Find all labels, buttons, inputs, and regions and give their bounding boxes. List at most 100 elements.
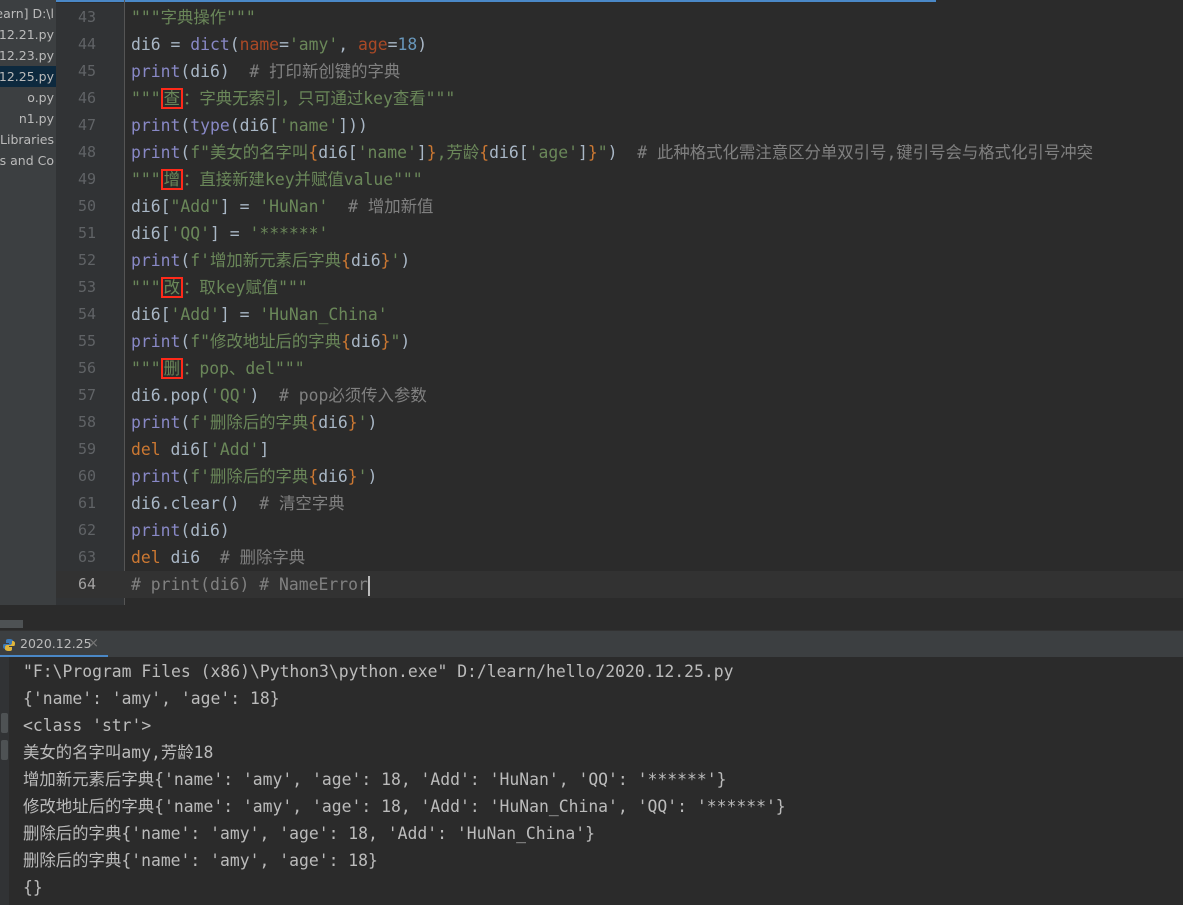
line-number: 63 bbox=[77, 548, 96, 566]
code-token: 'Add' bbox=[209, 440, 260, 459]
code-line[interactable]: 63 del di6 # 删除字典 bbox=[56, 544, 1183, 571]
code-line[interactable]: 44 di6 = dict(name='amy', age=18) bbox=[56, 31, 1183, 58]
console-output-line: "F:\Program Files (x86)\Python3\python.e… bbox=[23, 662, 734, 681]
code-token: f"美女的名字叫 bbox=[190, 143, 309, 162]
project-tree-item[interactable]: 0.12.21.py bbox=[0, 24, 56, 45]
code-line[interactable]: 53 """ 改：取key赋值""" bbox=[56, 274, 1183, 301]
code-token: del bbox=[131, 548, 171, 567]
code-text: di6.pop('QQ') # pop必须传入参数 bbox=[131, 382, 427, 409]
code-line[interactable]: 54 di6['Add'] = 'HuNan_China' bbox=[56, 301, 1183, 328]
code-line[interactable]: 58 print(f'删除后的字典{di6}') bbox=[56, 409, 1183, 436]
project-tree-item-label: 0.12.21.py bbox=[0, 27, 54, 42]
console-output-line: 删除后的字典{'name': 'amy', 'age': 18, 'Add': … bbox=[23, 824, 596, 843]
project-tree-item-label: 0.12.25.py bbox=[0, 69, 54, 84]
code-line[interactable]: 64 # print(di6) # NameError bbox=[56, 571, 1183, 598]
code-token: print bbox=[131, 62, 181, 81]
line-number: 49 bbox=[77, 170, 96, 188]
code-token: 'amy' bbox=[288, 35, 339, 54]
code-line[interactable]: 51 di6['QQ'] = '******' bbox=[56, 220, 1183, 247]
code-line[interactable]: 62 print(di6) bbox=[56, 517, 1183, 544]
code-token: age bbox=[358, 35, 388, 54]
code-token: (di6) bbox=[180, 521, 230, 540]
code-line[interactable]: 56 """ 删：pop、del""" bbox=[56, 355, 1183, 382]
code-line[interactable]: 43 """字典操作""" bbox=[56, 4, 1183, 31]
code-line[interactable]: 61 di6.clear() # 清空字典 bbox=[56, 490, 1183, 517]
code-token: { bbox=[308, 413, 319, 432]
line-number: 58 bbox=[77, 413, 96, 431]
code-text: print(f'删除后的字典{di6}') bbox=[131, 463, 377, 490]
code-line[interactable]: 59 del di6['Add'] bbox=[56, 436, 1183, 463]
code-text: """字典操作""" bbox=[131, 4, 256, 31]
code-token: ) bbox=[367, 467, 378, 486]
project-tree-item-label: l Libraries bbox=[0, 132, 54, 147]
console-output-line: {'name': 'amy', 'age': 18} bbox=[23, 689, 280, 708]
code-token: print bbox=[131, 332, 181, 351]
code-line[interactable]: 48 print(f"美女的名字叫{di6['name']},芳龄{di6['ag… bbox=[56, 139, 1183, 166]
line-number: 48 bbox=[77, 143, 96, 161]
code-token: 'QQ' bbox=[209, 386, 250, 405]
editor-top-bar bbox=[56, 0, 1183, 3]
code-line[interactable]: 47 print(type(di6['name'])) bbox=[56, 112, 1183, 139]
console-marker bbox=[1, 740, 8, 760]
code-line[interactable]: 57 di6.pop('QQ') # pop必须传入参数 bbox=[56, 382, 1183, 409]
project-tree-item[interactable]: o.py bbox=[0, 87, 56, 108]
code-line[interactable]: 49 """ 增：直接新建key并赋值value""" bbox=[56, 166, 1183, 193]
code-token: ：字典无索引，只可通过key查看""" bbox=[183, 89, 456, 108]
code-text: print(f"修改地址后的字典{di6}") bbox=[131, 328, 410, 355]
line-number: 50 bbox=[77, 197, 96, 215]
project-tree-item[interactable]: 0.12.23.py bbox=[0, 45, 56, 66]
run-tab[interactable]: 2020.12.25 × bbox=[0, 631, 108, 658]
code-token: 'QQ' bbox=[170, 224, 210, 243]
project-tree-item[interactable]: l Libraries bbox=[0, 129, 56, 150]
code-text: """ 增：直接新建key并赋值value""" bbox=[131, 166, 423, 193]
project-tree-item-label: earn] D:\l bbox=[0, 6, 54, 21]
code-token: f'增加新元素后字典 bbox=[190, 251, 342, 270]
code-text: print(f"美女的名字叫{di6['name']},芳龄{di6['age'… bbox=[131, 139, 1093, 166]
code-line[interactable]: 55 print(f"修改地址后的字典{di6}") bbox=[56, 328, 1183, 355]
project-tree-item[interactable]: n1.py bbox=[0, 108, 56, 129]
code-token: , bbox=[338, 35, 359, 54]
code-line[interactable]: 60 print(f'删除后的字典{di6}') bbox=[56, 463, 1183, 490]
code-token: di6[ bbox=[170, 440, 210, 459]
code-line[interactable]: 45 print(di6) # 打印新创键的字典 bbox=[56, 58, 1183, 85]
code-token: f"修改地址后的字典 bbox=[190, 332, 342, 351]
code-token: ] bbox=[578, 143, 588, 162]
run-console[interactable]: "F:\Program Files (x86)\Python3\python.e… bbox=[0, 657, 1183, 905]
code-token: ) bbox=[249, 386, 280, 405]
line-number: 55 bbox=[77, 332, 96, 350]
code-token: 'HuNan_China' bbox=[259, 305, 388, 324]
code-line[interactable]: 46 """ 查：字典无索引，只可通过key查看""" bbox=[56, 85, 1183, 112]
code-token: print bbox=[131, 143, 181, 162]
code-text: di6.clear() # 清空字典 bbox=[131, 490, 345, 517]
run-tool-window-header: 2020.12.25 × bbox=[0, 630, 1183, 658]
code-token: (di6) bbox=[180, 62, 250, 81]
code-token: # pop必须传入参数 bbox=[279, 386, 427, 405]
code-line[interactable]: 50 di6["Add"] = 'HuNan' # 增加新值 bbox=[56, 193, 1183, 220]
close-tab-icon[interactable]: × bbox=[88, 631, 99, 657]
project-tree-item-label: es and Co bbox=[0, 153, 54, 168]
code-token: ] = bbox=[209, 224, 250, 243]
code-line[interactable]: 52 print(f'增加新元素后字典{di6}') bbox=[56, 247, 1183, 274]
line-number: 47 bbox=[77, 116, 96, 134]
project-tree-item[interactable]: earn] D:\l bbox=[0, 3, 56, 24]
highlighted-keyword: 删 bbox=[160, 358, 184, 379]
code-token: di6[ bbox=[131, 305, 171, 324]
project-tree-item[interactable]: es and Co bbox=[0, 150, 56, 171]
code-text: """ 查：字典无索引，只可通过key查看""" bbox=[131, 85, 455, 112]
code-token: ：pop、del""" bbox=[183, 359, 305, 378]
line-number: 61 bbox=[77, 494, 96, 512]
horizontal-scrollbar[interactable] bbox=[0, 620, 23, 628]
code-token: type bbox=[190, 116, 230, 135]
project-tree-item-label: n1.py bbox=[18, 111, 54, 126]
code-token: di6 = bbox=[131, 35, 191, 54]
code-token: di6.clear() bbox=[131, 494, 260, 513]
line-number: 57 bbox=[77, 386, 96, 404]
code-token: # 删除字典 bbox=[219, 548, 306, 567]
code-token: """ bbox=[131, 278, 161, 297]
code-token: """ bbox=[131, 170, 161, 189]
code-token: ( bbox=[180, 413, 191, 432]
project-tree-item[interactable]: 0.12.25.py bbox=[0, 66, 56, 87]
code-token: } bbox=[380, 251, 391, 270]
line-number: 56 bbox=[77, 359, 96, 377]
code-token: ' bbox=[357, 467, 368, 486]
